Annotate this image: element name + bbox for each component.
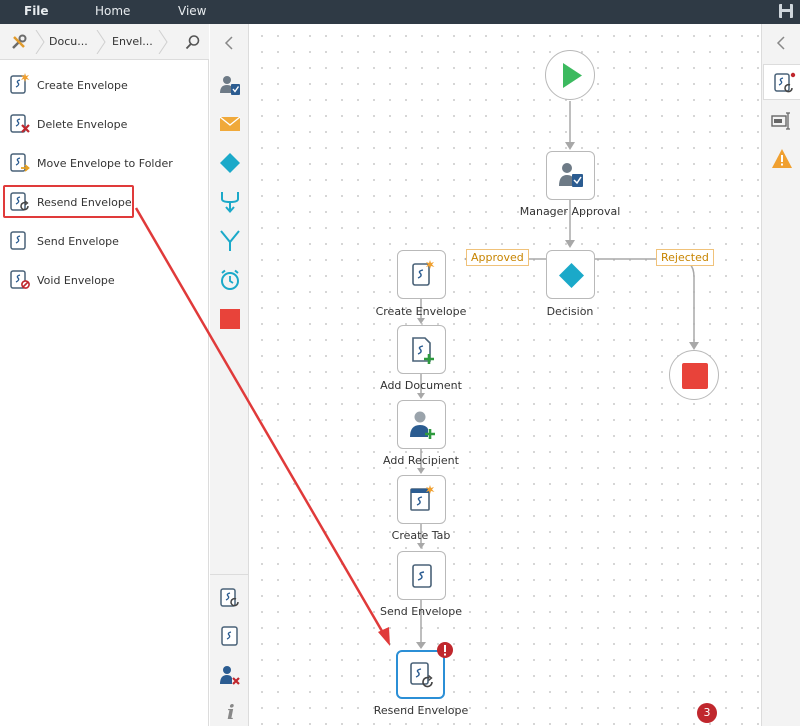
create-envelope-label: Create Envelope bbox=[375, 305, 467, 318]
menu-bar: File Home View bbox=[0, 0, 800, 24]
save-icon[interactable] bbox=[778, 3, 794, 19]
create-envelope-icon bbox=[10, 73, 30, 94]
breadcrumb-item-documents[interactable]: Docu... bbox=[49, 33, 88, 51]
collapse-left-icon[interactable] bbox=[223, 36, 235, 50]
email-icon[interactable] bbox=[219, 113, 241, 135]
action-label: Void Envelope bbox=[37, 274, 115, 287]
properties-panel bbox=[761, 24, 800, 726]
stop-icon bbox=[682, 363, 708, 389]
envelope-icon[interactable] bbox=[219, 625, 241, 647]
action-resend-envelope[interactable]: Resend Envelope bbox=[0, 183, 209, 222]
send-envelope-node[interactable] bbox=[397, 551, 446, 600]
action-label: Resend Envelope bbox=[37, 196, 132, 209]
approved-branch-tag[interactable]: Approved bbox=[466, 249, 529, 266]
error-alert-icon[interactable] bbox=[436, 641, 454, 659]
person-task-icon[interactable] bbox=[219, 74, 241, 96]
decision-node[interactable] bbox=[546, 250, 595, 299]
send-envelope-label: Send Envelope bbox=[380, 605, 462, 618]
create-tab-node[interactable] bbox=[397, 475, 446, 524]
decision-label: Decision bbox=[546, 305, 594, 318]
action-label: Send Envelope bbox=[37, 235, 119, 248]
info-icon[interactable]: i bbox=[219, 700, 241, 722]
person-task-icon bbox=[559, 163, 583, 187]
decision-diamond-icon bbox=[559, 263, 584, 288]
add-document-label: Add Document bbox=[380, 379, 462, 392]
issue-count-badge[interactable]: 3 bbox=[697, 703, 717, 723]
delete-envelope-icon bbox=[10, 114, 30, 133]
add-document-node[interactable] bbox=[397, 325, 446, 374]
stop-icon[interactable] bbox=[219, 308, 241, 330]
action-delete-envelope[interactable]: Delete Envelope bbox=[0, 105, 209, 144]
add-document-icon bbox=[412, 337, 434, 364]
start-play-icon bbox=[563, 63, 582, 88]
add-recipient-label: Add Recipient bbox=[383, 454, 459, 467]
void-envelope-icon bbox=[10, 270, 30, 289]
remove-user-icon[interactable] bbox=[219, 664, 241, 686]
menu-view[interactable]: View bbox=[178, 4, 206, 18]
text-box-icon[interactable] bbox=[771, 110, 793, 132]
rejected-branch-tag[interactable]: Rejected bbox=[656, 249, 714, 266]
svg-text:i: i bbox=[227, 700, 235, 722]
manager-approval-node[interactable] bbox=[546, 151, 595, 200]
stop-node[interactable] bbox=[669, 350, 719, 400]
create-tab-icon bbox=[410, 485, 435, 511]
manager-approval-label: Manager Approval bbox=[519, 205, 621, 218]
action-label: Move Envelope to Folder bbox=[37, 157, 173, 170]
send-envelope-icon bbox=[10, 231, 26, 250]
search-icon[interactable] bbox=[185, 34, 201, 50]
action-label: Create Envelope bbox=[37, 79, 128, 92]
create-envelope-icon bbox=[412, 260, 435, 286]
warning-icon[interactable] bbox=[771, 148, 793, 170]
workflow-canvas[interactable]: Manager Approval Decision Approved Rejec… bbox=[250, 24, 761, 726]
menu-file[interactable]: File bbox=[24, 4, 49, 18]
merge-icon[interactable] bbox=[219, 191, 241, 213]
envelope-resend-icon[interactable] bbox=[219, 586, 241, 608]
create-envelope-node[interactable] bbox=[397, 250, 446, 299]
action-label: Delete Envelope bbox=[37, 118, 128, 131]
add-recipient-node[interactable] bbox=[397, 400, 446, 449]
breadcrumb-separator-icon bbox=[158, 30, 168, 54]
resend-envelope-label: Resend Envelope bbox=[373, 704, 469, 717]
toolbox-divider bbox=[210, 574, 249, 575]
breadcrumb-separator-icon bbox=[96, 30, 106, 54]
action-move-envelope-to-folder[interactable]: Move Envelope to Folder bbox=[0, 144, 209, 183]
breadcrumb-separator-icon bbox=[35, 30, 45, 54]
breadcrumb-item-envelope[interactable]: Envel... bbox=[112, 33, 153, 51]
breadcrumb: Docu... Envel... bbox=[0, 24, 209, 60]
timer-icon[interactable] bbox=[219, 269, 241, 291]
create-tab-label: Create Tab bbox=[391, 529, 451, 542]
resend-envelope-icon bbox=[10, 192, 29, 211]
collapse-left-icon[interactable] bbox=[775, 36, 787, 50]
action-send-envelope[interactable]: Send Envelope bbox=[0, 222, 209, 261]
action-list: Create Envelope Delete Envelope Move Env… bbox=[0, 66, 209, 300]
action-create-envelope[interactable]: Create Envelope bbox=[0, 66, 209, 105]
menu-home[interactable]: Home bbox=[95, 4, 130, 18]
resend-envelope-icon bbox=[410, 662, 433, 688]
start-node[interactable] bbox=[545, 50, 595, 100]
split-icon[interactable] bbox=[219, 230, 241, 252]
envelope-properties-icon bbox=[774, 72, 796, 93]
move-envelope-icon bbox=[10, 153, 30, 172]
add-recipient-icon bbox=[410, 411, 435, 439]
send-envelope-icon bbox=[412, 564, 432, 588]
action-void-envelope[interactable]: Void Envelope bbox=[0, 261, 209, 300]
action-panel: Docu... Envel... Create Envelope Delete … bbox=[0, 24, 209, 726]
tools-icon[interactable] bbox=[10, 34, 28, 50]
properties-tab[interactable] bbox=[763, 64, 800, 100]
toolbox: i bbox=[210, 24, 249, 726]
decision-diamond-icon[interactable] bbox=[219, 152, 241, 174]
